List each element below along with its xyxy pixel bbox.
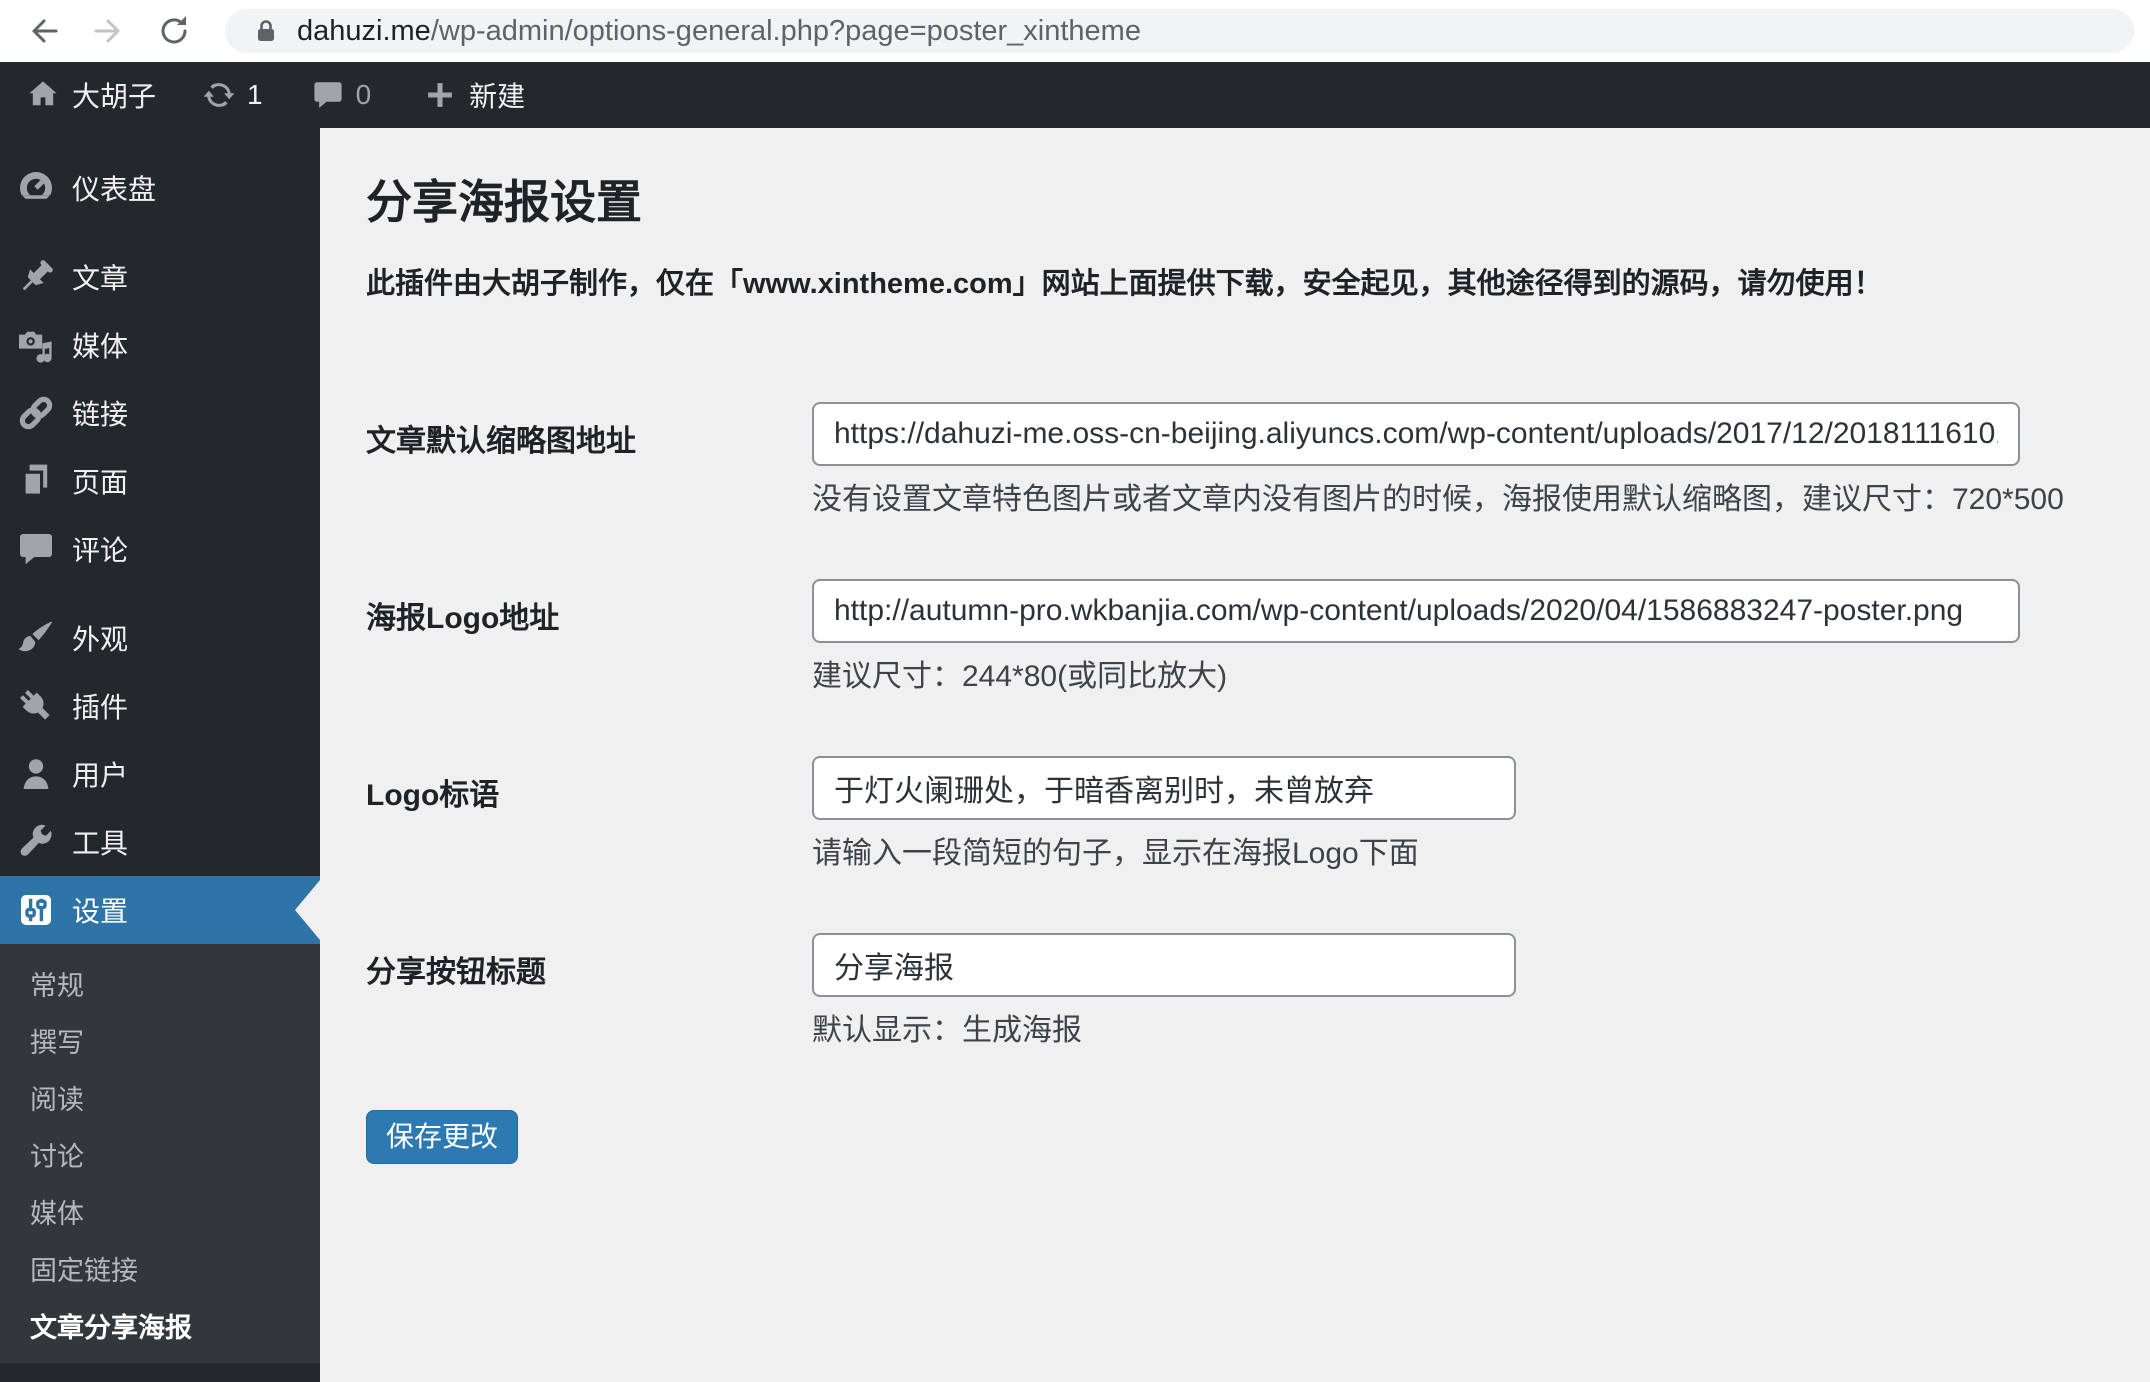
url-host: dahuzi.me bbox=[297, 14, 431, 47]
sidebar-item-settings[interactable]: 设置 bbox=[0, 876, 320, 944]
field-label: 海报Logo地址 bbox=[366, 602, 560, 635]
save-changes-button[interactable]: 保存更改 bbox=[366, 1110, 519, 1164]
menu-separator bbox=[0, 222, 320, 243]
home-icon bbox=[29, 81, 57, 106]
submenu-item-reading[interactable]: 阅读 bbox=[0, 1072, 320, 1129]
browser-back-button[interactable] bbox=[26, 13, 62, 49]
field-row-logo-slogan: Logo标语 请输入一段简短的句子，显示在海报Logo下面 bbox=[366, 756, 2110, 871]
default-thumbnail-url-input[interactable] bbox=[812, 402, 2020, 466]
sidebar-item-tools[interactable]: 工具 bbox=[0, 808, 320, 876]
new-label: 新建 bbox=[469, 81, 526, 112]
settings-form: 文章默认缩略图地址 没有设置文章特色图片或者文章内没有图片的时候，海报使用默认缩… bbox=[366, 402, 2110, 1164]
sidebar-item-label: 文章 bbox=[72, 263, 129, 294]
field-help: 请输入一段简短的句子，显示在海报Logo下面 bbox=[812, 837, 1419, 870]
sidebar-item-label: 用户 bbox=[72, 760, 129, 791]
admin-bar-new-content[interactable]: 新建 bbox=[423, 62, 525, 128]
admin-bar-site-menu[interactable]: 大胡子 bbox=[26, 62, 156, 128]
poster-logo-url-input[interactable] bbox=[812, 579, 2020, 643]
sidebar-item-media[interactable]: 媒体 bbox=[0, 311, 320, 379]
submenu-item-writing[interactable]: 撰写 bbox=[0, 1015, 320, 1072]
back-arrow-icon bbox=[32, 19, 58, 43]
url-text: dahuzi.me/wp-admin/options-general.php?p… bbox=[297, 15, 1141, 48]
sidebar-item-label: 评论 bbox=[72, 535, 129, 566]
link-icon bbox=[19, 396, 53, 430]
brush-icon bbox=[18, 621, 53, 652]
plugin-notice: 此插件由大胡子制作，仅在「www.xintheme.com」网站上面提供下载，安… bbox=[366, 268, 1883, 300]
settings-page: 分享海报设置 此插件由大胡子制作，仅在「www.xintheme.com」网站上… bbox=[320, 128, 2150, 1382]
submenu-item-poster[interactable]: 文章分享海报 bbox=[0, 1300, 320, 1357]
field-label: 文章默认缩略图地址 bbox=[366, 425, 636, 458]
update-icon bbox=[203, 83, 235, 107]
submenu-item-permalinks[interactable]: 固定链接 bbox=[0, 1243, 320, 1300]
wp-admin-bar: 大胡子 1 0 新建 bbox=[0, 62, 2150, 128]
media-icon bbox=[19, 331, 52, 363]
browser-refresh-button[interactable] bbox=[156, 13, 192, 49]
logo-slogan-input[interactable] bbox=[812, 756, 1516, 820]
submenu-item-general[interactable]: 常规 bbox=[0, 958, 320, 1015]
field-row-default-thumbnail: 文章默认缩略图地址 没有设置文章特色图片或者文章内没有图片的时候，海报使用默认缩… bbox=[366, 402, 2110, 517]
url-path: /wp-admin/options-general.php?page=poste… bbox=[430, 14, 1141, 47]
comment-count: 0 bbox=[355, 79, 372, 110]
settings-icon bbox=[21, 895, 51, 925]
dashboard-icon bbox=[18, 172, 54, 208]
plus-icon bbox=[428, 83, 453, 107]
comments-icon bbox=[20, 534, 52, 565]
admin-bar-updates[interactable]: 1 bbox=[202, 62, 263, 128]
field-label: Logo标语 bbox=[366, 779, 500, 812]
sidebar-item-label: 媒体 bbox=[72, 331, 129, 362]
site-name: 大胡子 bbox=[72, 81, 157, 112]
sidebar-item-pages[interactable]: 页面 bbox=[0, 447, 320, 515]
refresh-icon bbox=[161, 16, 187, 44]
lock-icon[interactable] bbox=[253, 18, 279, 44]
settings-submenu: 常规 撰写 阅读 讨论 媒体 固定链接 文章分享海报 bbox=[0, 944, 320, 1363]
share-button-title-input[interactable] bbox=[812, 933, 1516, 997]
page-title: 分享海报设置 bbox=[366, 176, 642, 228]
field-row-share-button-title: 分享按钮标题 默认显示：生成海报 bbox=[366, 933, 2110, 1048]
sidebar-item-appearance[interactable]: 外观 bbox=[0, 604, 320, 672]
field-row-poster-logo: 海报Logo地址 建议尺寸：244*80(或同比放大) bbox=[366, 579, 2110, 694]
sidebar-item-links[interactable]: 链接 bbox=[0, 379, 320, 447]
wrench-icon bbox=[20, 824, 52, 856]
sidebar-item-posts[interactable]: 文章 bbox=[0, 243, 320, 311]
field-help: 建议尺寸：244*80(或同比放大) bbox=[812, 660, 1228, 693]
sidebar-item-label: 链接 bbox=[72, 399, 129, 430]
admin-menu: 仪表盘 文章 媒体 链接 页面 评论 外观 插件 用户 工具 设置 bbox=[0, 128, 320, 944]
update-count: 1 bbox=[247, 79, 263, 110]
sidebar-item-comments[interactable]: 评论 bbox=[0, 515, 320, 583]
sidebar-item-plugins[interactable]: 插件 bbox=[0, 672, 320, 740]
sidebar-item-users[interactable]: 用户 bbox=[0, 740, 320, 808]
field-help: 默认显示：生成海报 bbox=[812, 1014, 1082, 1047]
address-bar[interactable]: dahuzi.me/wp-admin/options-general.php?p… bbox=[225, 9, 2134, 53]
admin-sidebar: 仪表盘 文章 媒体 链接 页面 评论 外观 插件 用户 工具 设置 常规 撰写 … bbox=[0, 128, 320, 1382]
sidebar-item-label: 仪表盘 bbox=[72, 174, 157, 205]
user-icon bbox=[23, 759, 49, 789]
sidebar-item-label: 工具 bbox=[72, 828, 129, 859]
sidebar-item-label: 页面 bbox=[72, 467, 129, 498]
sidebar-item-label: 插件 bbox=[72, 692, 129, 723]
browser-toolbar: dahuzi.me/wp-admin/options-general.php?p… bbox=[0, 0, 2150, 62]
submenu-item-discussion[interactable]: 讨论 bbox=[0, 1129, 320, 1186]
pages-icon bbox=[22, 464, 48, 497]
submenu-item-media[interactable]: 媒体 bbox=[0, 1186, 320, 1243]
field-label: 分享按钮标题 bbox=[366, 956, 546, 989]
comment-icon bbox=[313, 82, 342, 108]
field-help: 没有设置文章特色图片或者文章内没有图片的时候，海报使用默认缩略图，建议尺寸：72… bbox=[812, 483, 2064, 516]
sidebar-item-label: 外观 bbox=[72, 624, 129, 655]
sidebar-item-label: 设置 bbox=[72, 896, 129, 927]
forward-arrow-icon bbox=[94, 19, 120, 43]
menu-separator bbox=[0, 583, 320, 604]
sidebar-item-dashboard[interactable]: 仪表盘 bbox=[0, 154, 320, 222]
plug-icon bbox=[20, 690, 50, 720]
admin-bar-comments[interactable]: 0 bbox=[311, 62, 372, 128]
pushpin-icon bbox=[23, 260, 53, 290]
browser-forward-button[interactable] bbox=[90, 13, 126, 49]
